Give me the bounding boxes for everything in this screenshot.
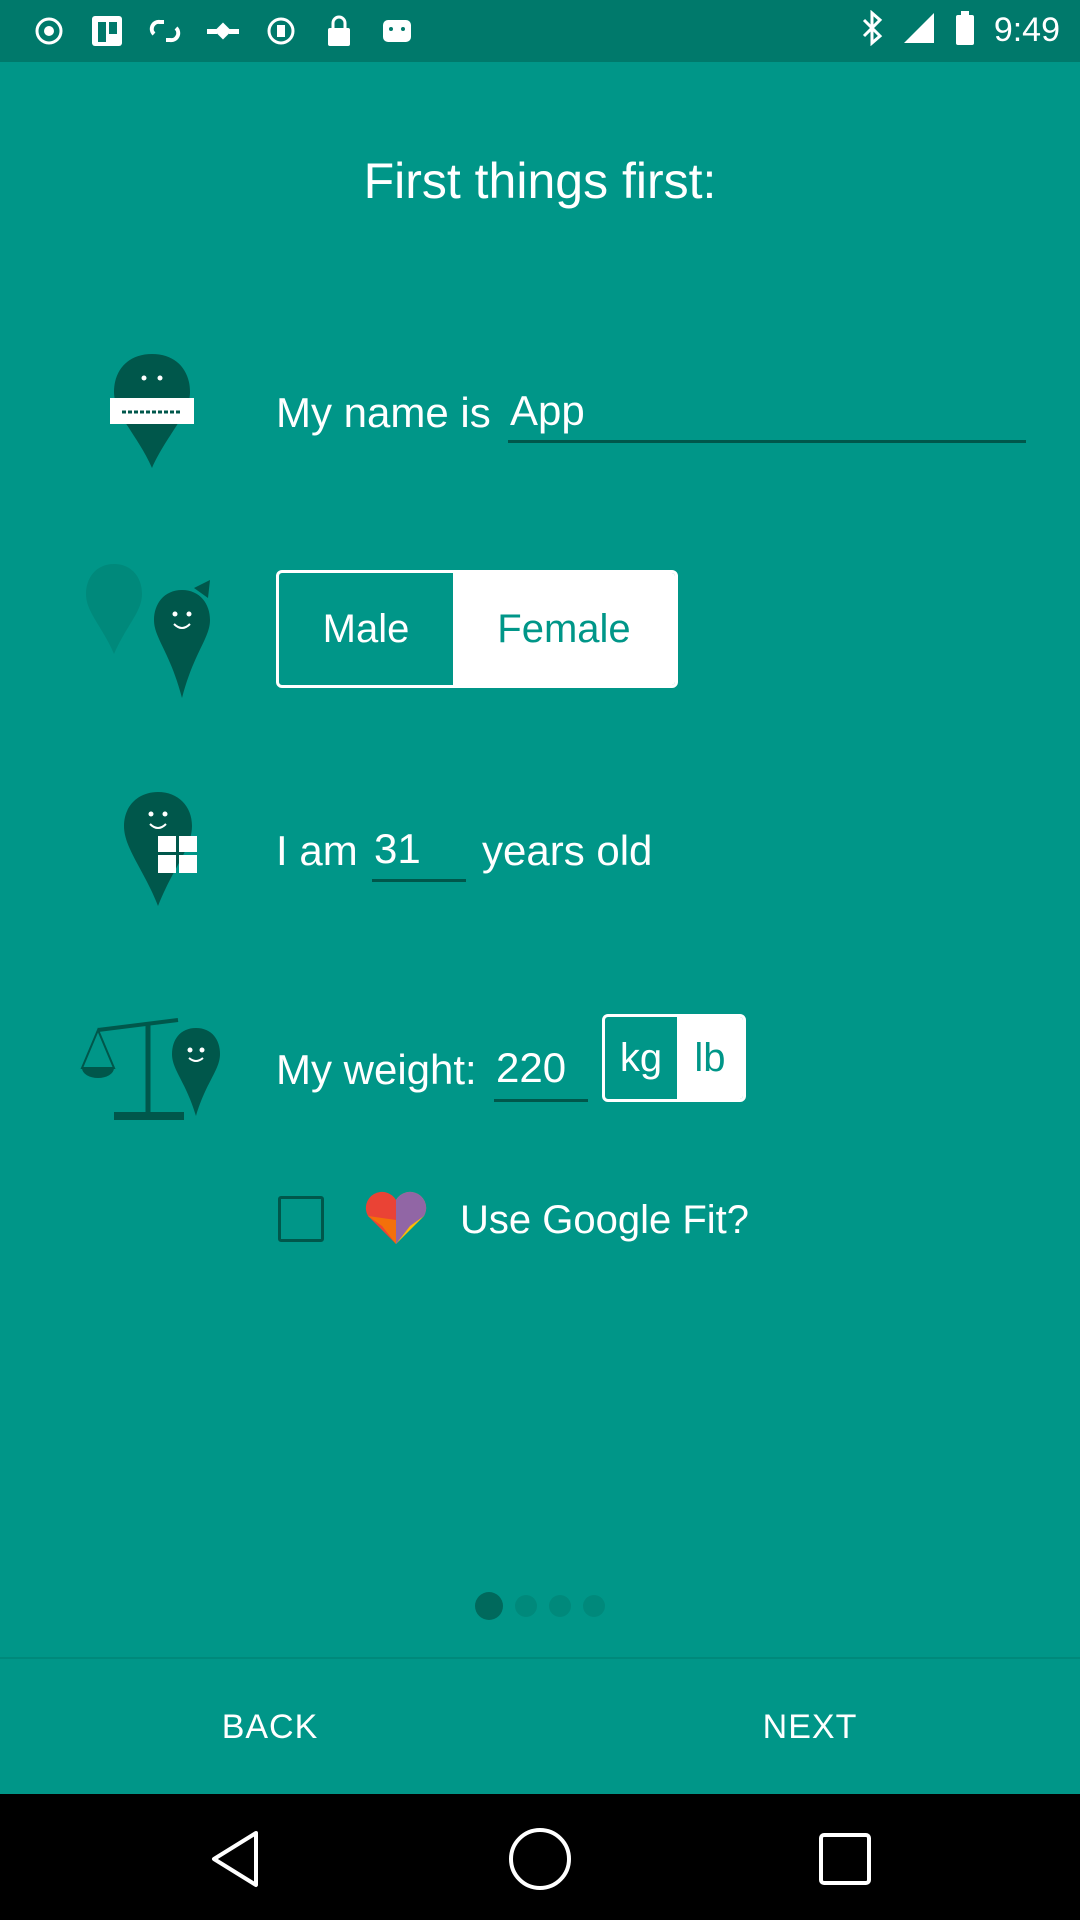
page-title: First things first: <box>363 153 717 209</box>
nav-recents-icon[interactable] <box>810 1824 880 1894</box>
fake-gps-icon <box>204 12 242 50</box>
birthday-gift-icon <box>118 790 202 913</box>
weight-input[interactable]: 220 <box>494 1044 588 1102</box>
record-icon <box>30 12 68 50</box>
lock-icon <box>320 12 358 50</box>
google-fit-heart-icon <box>362 1190 430 1251</box>
gender-toggle: Male Female <box>276 570 678 688</box>
age-prefix-label: I am <box>276 827 358 874</box>
male-option[interactable]: Male <box>279 573 453 685</box>
status-bar: 9:49 <box>0 0 1080 62</box>
sync-icon <box>262 12 300 50</box>
google-fit-label: Use Google Fit? <box>460 1198 750 1242</box>
broken-link-icon <box>146 12 184 50</box>
status-icons-left <box>30 12 416 50</box>
weight-scale-icon <box>78 1012 226 1129</box>
page-dot-4 <box>583 1595 605 1617</box>
female-option[interactable]: Female <box>453 573 675 685</box>
battery-icon <box>954 10 976 51</box>
nav-home-icon[interactable] <box>505 1824 575 1894</box>
age-input[interactable]: 31 <box>372 825 466 882</box>
signal-icon <box>902 11 936 50</box>
name-input[interactable]: App <box>508 387 1026 443</box>
google-fit-checkbox[interactable] <box>278 1196 324 1242</box>
app-notification-icon <box>88 12 126 50</box>
back-button[interactable]: BACK <box>0 1659 540 1796</box>
name-label: My name is <box>276 389 491 436</box>
next-button[interactable]: NEXT <box>540 1659 1080 1796</box>
bluetooth-icon <box>860 9 884 51</box>
page-dot-1 <box>475 1592 503 1620</box>
page-dot-3 <box>549 1595 571 1617</box>
page-dot-2 <box>515 1595 537 1617</box>
weight-unit-toggle: kg lb <box>602 1014 746 1102</box>
page-indicator <box>0 1592 1080 1620</box>
status-icons-right: 9:49 <box>860 9 1060 51</box>
bottom-action-bar: BACK NEXT <box>0 1657 1080 1794</box>
gender-figures-icon <box>82 562 222 705</box>
system-navigation-bar <box>0 1794 1080 1920</box>
unit-kg-option[interactable]: kg <box>605 1017 677 1099</box>
nav-back-icon[interactable] <box>200 1824 270 1894</box>
weight-label: My weight: <box>276 1046 477 1093</box>
setup-content: First things first: My name is App Male … <box>0 62 1080 1657</box>
age-suffix-label: years old <box>482 827 653 874</box>
android-icon <box>378 12 416 50</box>
status-time: 9:49 <box>993 11 1060 49</box>
name-sign-icon <box>108 352 196 475</box>
unit-lb-option[interactable]: lb <box>677 1017 743 1099</box>
